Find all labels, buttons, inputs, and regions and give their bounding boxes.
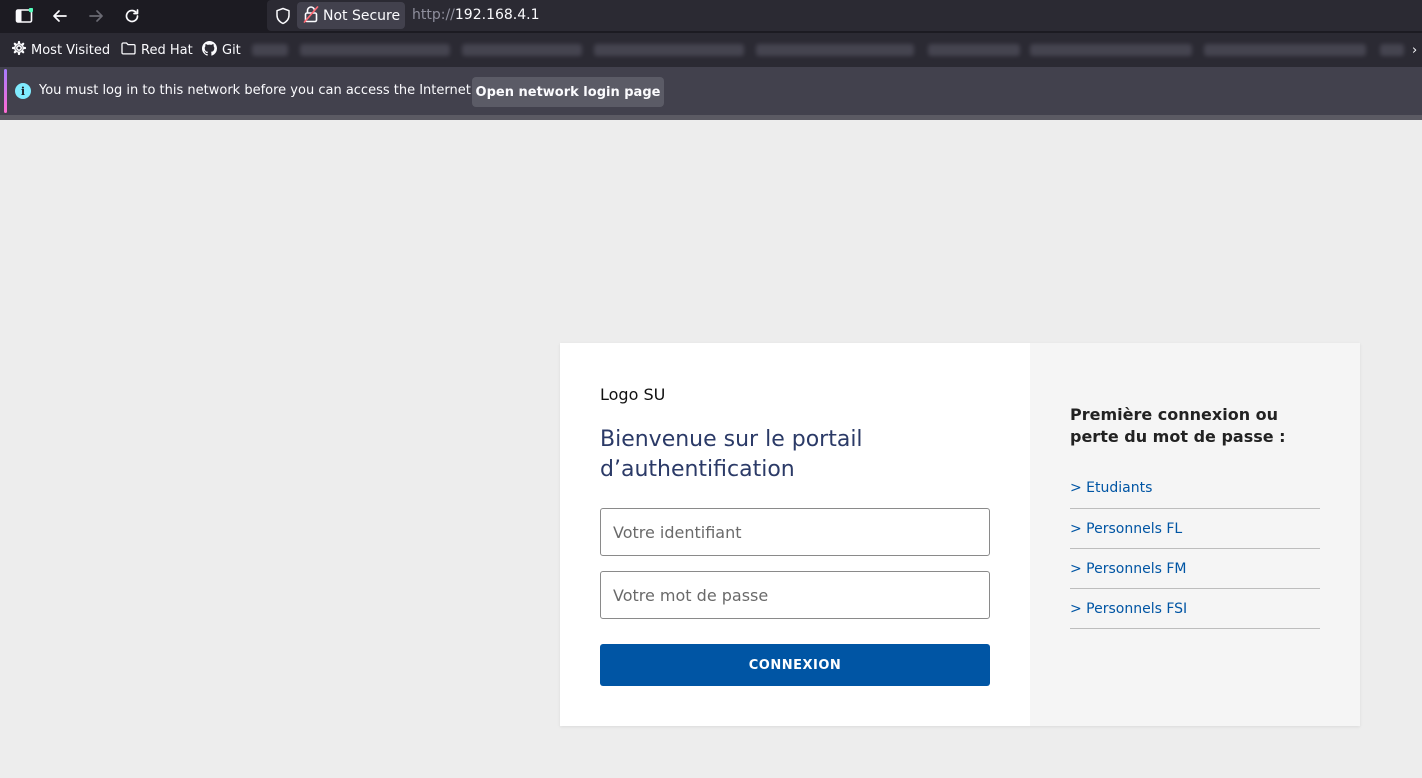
bookmark-label: Red Hat — [141, 42, 193, 58]
notification-message: You must log in to this network before y… — [39, 83, 475, 98]
open-network-login-button[interactable]: Open network login page — [472, 77, 664, 107]
url-host: 192.168.4.1 — [454, 7, 540, 23]
blurred-bookmark[interactable] — [1204, 44, 1366, 56]
forward-icon[interactable] — [84, 4, 108, 28]
blurred-bookmark[interactable] — [594, 44, 744, 56]
sidebar-toggle-icon[interactable] — [12, 4, 36, 28]
page-title: Bienvenue sur le portail d’authentificat… — [600, 427, 863, 482]
blurred-bookmark[interactable] — [300, 44, 450, 56]
bookmark-most-visited[interactable]: Most Visited — [11, 40, 111, 59]
list-item: > Personnels FL — [1070, 509, 1320, 549]
help-links-list: > Etudiants > Personnels FL > Personnels… — [1070, 468, 1320, 629]
list-item: > Etudiants — [1070, 468, 1320, 509]
bookmark-git[interactable]: Git — [202, 40, 241, 60]
blurred-bookmark[interactable] — [462, 44, 582, 56]
login-card: Logo SU Bienvenue sur le portail d’authe… — [560, 343, 1360, 726]
tracking-protection-shield-icon[interactable] — [273, 6, 293, 26]
list-item: > Personnels FM — [1070, 549, 1320, 589]
url-scheme: http:// — [412, 7, 455, 23]
back-icon[interactable] — [48, 4, 72, 28]
not-secure-badge[interactable]: Not Secure — [297, 2, 405, 29]
logo-placeholder: Logo SU — [600, 385, 666, 404]
blurred-bookmark[interactable] — [928, 44, 1020, 56]
link-personnels-fsi[interactable]: > Personnels FSI — [1070, 601, 1187, 617]
help-title: Première connexion ou perte du mot de pa… — [1070, 405, 1286, 446]
blurred-bookmark[interactable] — [252, 44, 288, 56]
folder-icon — [121, 41, 136, 59]
link-personnels-fl[interactable]: > Personnels FL — [1070, 521, 1182, 537]
bookmark-folder-red-hat[interactable]: Red Hat — [121, 41, 193, 59]
gear-icon — [11, 40, 27, 59]
captive-portal-notification: i You must log in to this network before… — [0, 67, 1422, 115]
bookmark-label: Most Visited — [31, 42, 111, 58]
bookmarks-bar: Most Visited Red Hat Git › — [0, 33, 1422, 67]
link-personnels-fm[interactable]: > Personnels FM — [1070, 561, 1186, 577]
login-form-panel: Logo SU Bienvenue sur le portail d’authe… — [560, 343, 1030, 726]
blurred-bookmark[interactable] — [1380, 44, 1404, 56]
username-field[interactable] — [600, 508, 990, 556]
url-text[interactable]: http://192.168.4.1 — [412, 7, 540, 23]
blurred-bookmark[interactable] — [756, 44, 914, 56]
info-icon: i — [15, 83, 31, 99]
help-panel: Première connexion ou perte du mot de pa… — [1030, 343, 1360, 726]
bookmark-label: Git — [222, 42, 241, 58]
list-item: > Personnels FSI — [1070, 589, 1320, 629]
notification-accent-bar — [4, 69, 7, 113]
github-icon — [202, 40, 217, 60]
blurred-bookmark[interactable] — [1030, 44, 1192, 56]
notification-divider — [0, 115, 1422, 120]
not-secure-label: Not Secure — [323, 7, 401, 24]
connexion-button[interactable]: CONNEXION — [600, 644, 990, 686]
reload-icon[interactable] — [120, 4, 144, 28]
password-field[interactable] — [600, 571, 990, 619]
bookmarks-overflow-icon[interactable]: › — [1412, 41, 1417, 59]
link-etudiants[interactable]: > Etudiants — [1070, 480, 1152, 496]
insecure-lock-icon — [303, 5, 319, 27]
browser-toolbar: Not Secure http://192.168.4.1 — [0, 0, 1422, 33]
